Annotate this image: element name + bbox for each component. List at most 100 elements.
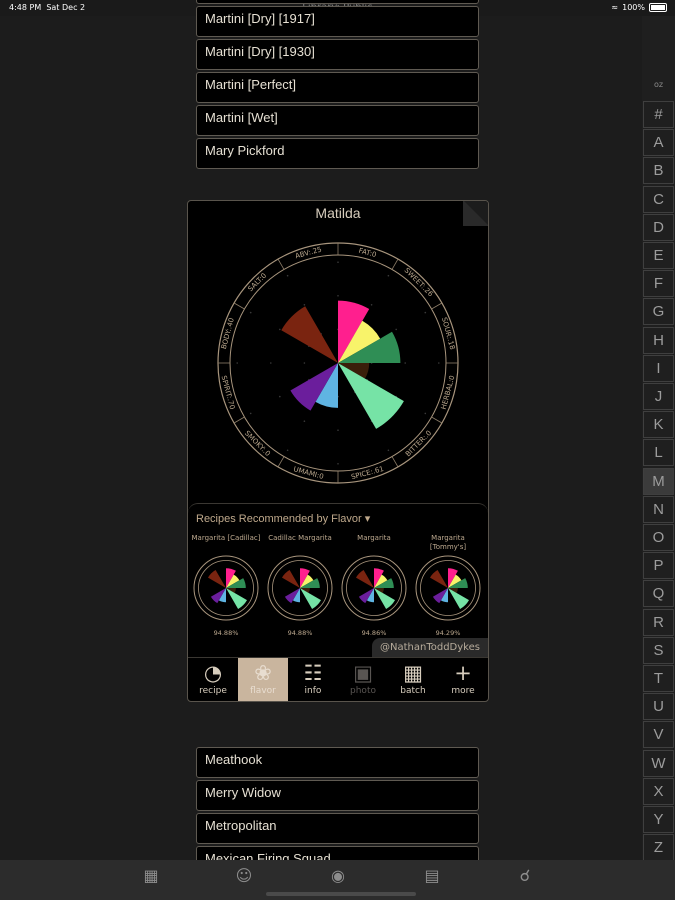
- index-letter-o[interactable]: O: [643, 524, 674, 551]
- recommendation-item[interactable]: Margarita 94.86%: [338, 534, 410, 637]
- ring-label: ABV:.25: [294, 246, 322, 261]
- grid-dot: [303, 362, 306, 364]
- grid-dot: [387, 449, 390, 452]
- ring-divider: [431, 302, 443, 310]
- grid-dot: [337, 295, 339, 297]
- match-percent: 94.88%: [213, 629, 239, 637]
- list-item-label: Mary Pickford: [205, 143, 285, 158]
- grid-dot: [395, 328, 397, 331]
- index-letter-m[interactable]: M: [643, 467, 674, 495]
- index-letter-h[interactable]: H: [643, 326, 674, 354]
- list-item[interactable]: Merry Widow: [196, 780, 479, 811]
- list-item[interactable]: Martini [Dry] [1917]: [196, 6, 479, 37]
- person-icon[interactable]: ☺: [229, 866, 259, 885]
- unit-label[interactable]: oz: [642, 80, 675, 89]
- tab-more[interactable]: + more: [438, 658, 488, 701]
- grid-dot: [424, 412, 427, 415]
- flavor-wedge: [226, 588, 247, 609]
- index-letter-e[interactable]: E: [643, 242, 674, 269]
- grid-dot: [337, 463, 339, 465]
- tab-label: photo: [350, 686, 376, 696]
- index-letter-w[interactable]: W: [643, 749, 674, 777]
- index-letter-x[interactable]: X: [643, 777, 674, 805]
- index-letter-f[interactable]: F: [643, 270, 674, 298]
- recommend-dropdown[interactable]: Recipes Recommended by Flavor ▾: [196, 512, 370, 525]
- pie-chart-icon: ◔: [203, 661, 223, 685]
- list-item[interactable]: Martini [Dry] [1930]: [196, 39, 479, 70]
- author-credit[interactable]: @NathanToddDykes: [372, 638, 488, 657]
- index-letter-g[interactable]: G: [643, 298, 674, 326]
- card-tab-bar: ◔ recipe ❀ flavor ☷ info ▣ photo ▦ batch + more: [188, 657, 488, 701]
- recommendation-item[interactable]: Cadillac Margarita 94.88%: [264, 534, 336, 637]
- tab-photo[interactable]: ▣ photo: [338, 658, 388, 701]
- grid-dot: [286, 274, 289, 277]
- index-letter-b[interactable]: B: [643, 157, 674, 185]
- book-icon[interactable]: ▤: [417, 866, 447, 885]
- glass-icon[interactable]: ◉: [323, 866, 353, 885]
- grid-dot: [370, 304, 373, 306]
- battery-icon: [649, 3, 667, 12]
- index-letter-z[interactable]: Z: [643, 834, 674, 862]
- index-letter-c[interactable]: C: [643, 185, 674, 213]
- index-letter-v[interactable]: V: [643, 721, 674, 749]
- match-percent: 94.88%: [287, 629, 313, 637]
- list-item[interactable]: Meathook: [196, 747, 479, 778]
- recommendation-wheel: [267, 555, 333, 621]
- recommendation-item[interactable]: Margarita [Tommy's] 94.29%: [412, 534, 484, 637]
- list-item[interactable]: Martini [Wet]: [196, 105, 479, 136]
- flavor-wheel-group: FAT:0SWEET:.26SOUR:.18HERBAL:0BITTER:.0S…: [217, 242, 459, 484]
- search-icon[interactable]: ☌: [510, 866, 540, 885]
- index-letter-r[interactable]: R: [643, 608, 674, 636]
- ring-divider: [391, 456, 399, 468]
- list-item-label: Martini [Perfect]: [205, 77, 297, 92]
- ring-divider: [233, 416, 245, 424]
- home-indicator: [266, 892, 416, 896]
- ring-divider: [233, 302, 245, 310]
- index-letter-u[interactable]: U: [643, 693, 674, 721]
- flavor-wedge: [208, 570, 226, 588]
- tab-recipe[interactable]: ◔ recipe: [188, 658, 238, 701]
- flavor-wheel-group: [193, 555, 259, 621]
- ring-divider: [277, 258, 285, 270]
- index-letter-p[interactable]: P: [643, 552, 674, 580]
- recipe-title: Matilda: [315, 205, 361, 221]
- index-letter-s[interactable]: S: [643, 636, 674, 664]
- grid-dot: [279, 328, 281, 331]
- ring-label: SMOKY:.0: [243, 429, 272, 458]
- flavor-wedge: [282, 570, 300, 588]
- index-letter-d[interactable]: D: [643, 213, 674, 241]
- list-item[interactable]: Martini [Perfect]: [196, 72, 479, 103]
- index-letter-i[interactable]: I: [643, 354, 674, 382]
- tab-info[interactable]: ☷ info: [288, 658, 338, 701]
- list-item[interactable]: Mary Pickford: [196, 138, 479, 169]
- ring-divider: [391, 258, 399, 270]
- index-letter-hash[interactable]: #: [643, 101, 674, 128]
- ring-label: UMAMI:0: [293, 465, 325, 481]
- index-letter-a[interactable]: A: [643, 129, 674, 157]
- index-letter-j[interactable]: J: [643, 383, 674, 410]
- index-letter-n[interactable]: N: [643, 495, 674, 523]
- flavor-wedge: [374, 588, 395, 609]
- index-letter-k[interactable]: K: [643, 411, 674, 439]
- tab-label: batch: [400, 686, 426, 696]
- recommendation-name: Cadillac Margarita: [268, 534, 332, 542]
- index-letter-q[interactable]: Q: [643, 580, 674, 608]
- recommendation-item[interactable]: Margarita [Cadillac] 94.88%: [190, 534, 262, 637]
- tab-label: more: [451, 686, 475, 696]
- list-item[interactable]: Metropolitan: [196, 813, 479, 844]
- grid-dot: [438, 362, 440, 364]
- grid-dot: [404, 362, 406, 364]
- index-letter-y[interactable]: Y: [643, 806, 674, 833]
- index-letter-t[interactable]: T: [643, 665, 674, 692]
- grid-dot: [286, 449, 289, 452]
- flavor-wheel-group: [415, 555, 481, 621]
- recommendation-wheel: [193, 555, 259, 621]
- list-item[interactable]: Martini [Dry] [1906]: [196, 0, 479, 4]
- calendar-icon[interactable]: ▦: [136, 866, 166, 885]
- tab-batch[interactable]: ▦ batch: [388, 658, 438, 701]
- tab-flavor[interactable]: ❀ flavor: [238, 658, 288, 701]
- grid-dot: [387, 274, 390, 277]
- index-letter-l[interactable]: L: [643, 439, 674, 467]
- flavor-wheel[interactable]: FAT:0SWEET:.26SOUR:.18HERBAL:0BITTER:.0S…: [188, 231, 488, 521]
- list-item-label: Meathook: [205, 752, 263, 767]
